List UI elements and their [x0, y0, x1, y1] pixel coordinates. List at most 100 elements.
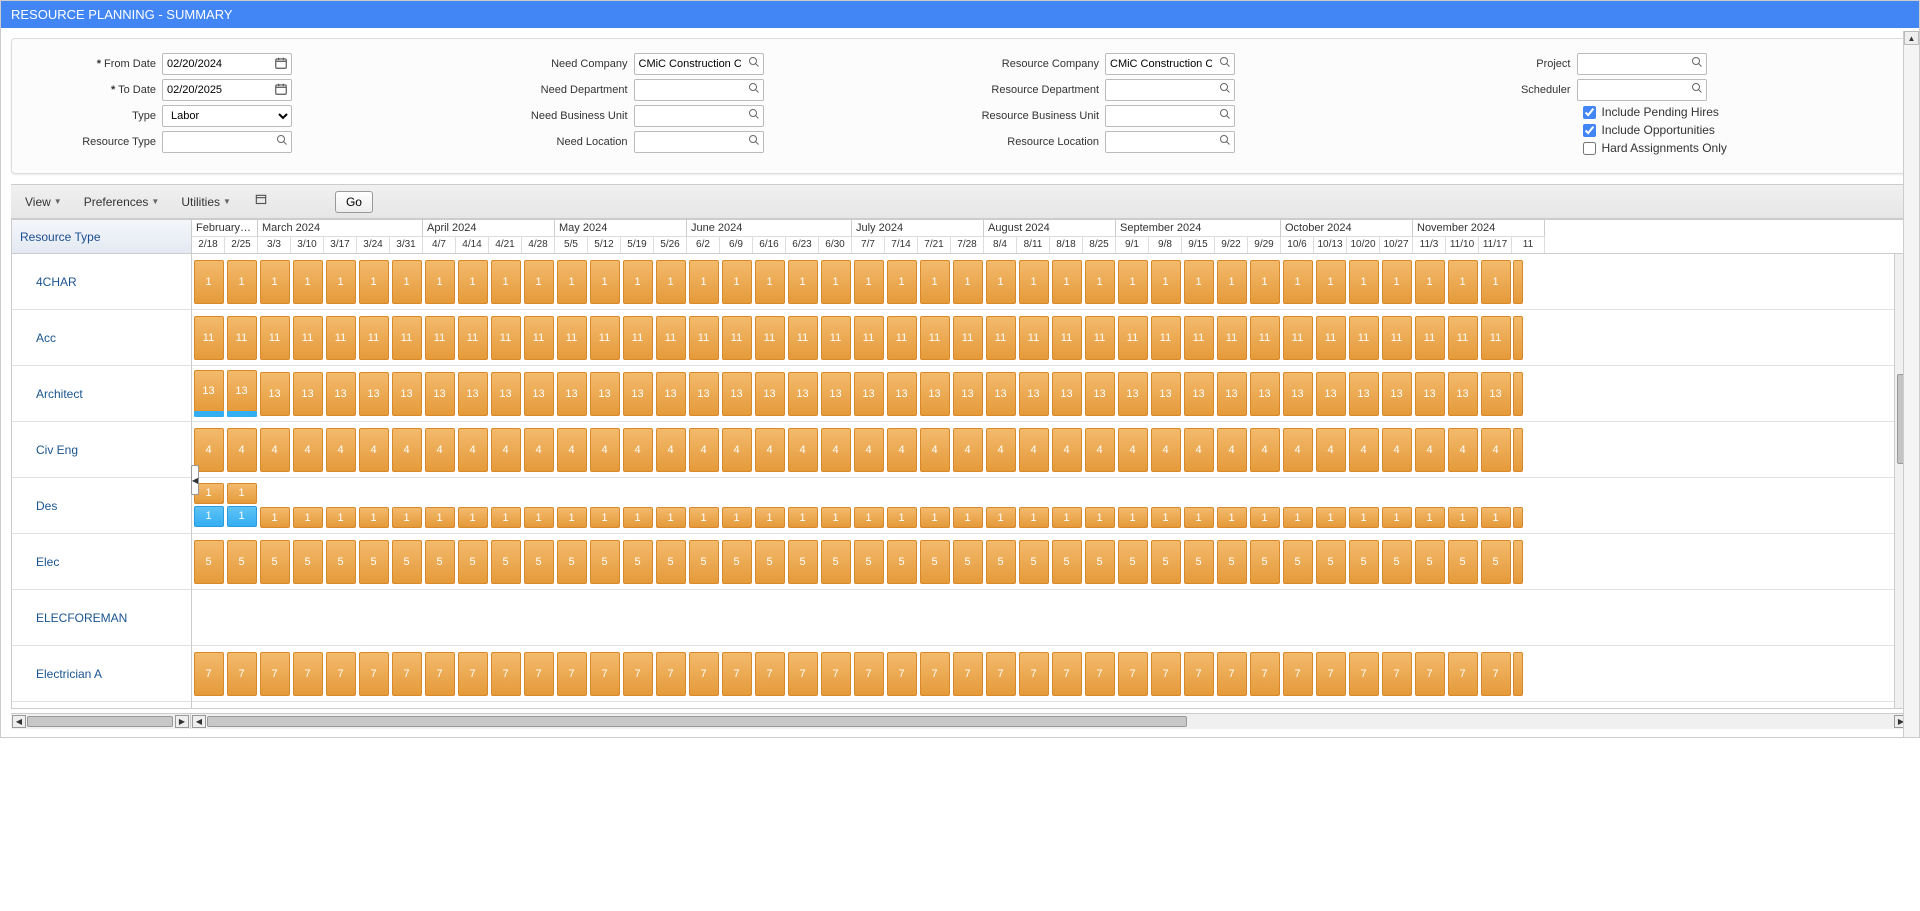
allocation-cell[interactable]: 11: [1415, 316, 1445, 360]
allocation-cell[interactable]: 13: [821, 372, 851, 416]
allocation-cell[interactable]: 1: [722, 260, 752, 304]
allocation-cell[interactable]: 11: [293, 316, 323, 360]
resource-business-unit-input[interactable]: [1105, 105, 1235, 127]
view-menu[interactable]: View▼: [19, 193, 68, 211]
allocation-cell[interactable]: 7: [986, 652, 1016, 696]
allocation-cell[interactable]: 1: [458, 260, 488, 304]
allocation-cell[interactable]: 7: [392, 652, 422, 696]
allocation-cell[interactable]: 7: [1481, 652, 1511, 696]
allocation-cell[interactable]: 5: [326, 540, 356, 584]
allocation-cell[interactable]: 1: [1151, 507, 1181, 528]
allocation-cell[interactable]: 11: [1250, 316, 1280, 360]
allocation-cell[interactable]: 11: [1019, 316, 1049, 360]
allocation-cell[interactable]: 5: [392, 540, 422, 584]
allocation-cell[interactable]: 1: [755, 507, 785, 528]
resource-type-row[interactable]: ELECFOREMAN: [12, 590, 191, 646]
allocation-cell[interactable]: 11: [1085, 316, 1115, 360]
horizontal-scrollbar[interactable]: ◀ ▶ ◀ ▶: [11, 713, 1909, 729]
allocation-cell[interactable]: 1: [689, 507, 719, 528]
allocation-cell[interactable]: 5: [1382, 540, 1412, 584]
search-icon[interactable]: [276, 134, 288, 149]
allocation-cell[interactable]: 1: [1283, 507, 1313, 528]
allocation-cell[interactable]: 4: [953, 428, 983, 472]
allocation-cell[interactable]: 4: [1349, 428, 1379, 472]
allocation-cell[interactable]: 1: [1448, 507, 1478, 528]
allocation-cell[interactable]: 5: [260, 540, 290, 584]
allocation-cell[interactable]: 5: [293, 540, 323, 584]
allocation-cell[interactable]: 1: [953, 507, 983, 528]
allocation-cell[interactable]: 13: [1415, 372, 1445, 416]
allocation-cell[interactable]: 1: [1250, 260, 1280, 304]
allocation-cell[interactable]: 7: [524, 652, 554, 696]
allocation-cell[interactable]: 11: [227, 316, 257, 360]
allocation-cell[interactable]: 5: [953, 540, 983, 584]
allocation-cell[interactable]: 1: [1382, 507, 1412, 528]
allocation-cell[interactable]: 1: [194, 506, 224, 527]
allocation-cell[interactable]: 13: [392, 372, 422, 416]
allocation-cell[interactable]: 1: [1217, 507, 1247, 528]
allocation-cell[interactable]: 4: [590, 428, 620, 472]
resource-type-header[interactable]: Resource Type: [12, 220, 191, 254]
allocation-cell[interactable]: 1: [359, 507, 389, 528]
allocation-cell[interactable]: 11: [986, 316, 1016, 360]
allocation-cell[interactable]: 11: [359, 316, 389, 360]
allocation-cell[interactable]: 5: [491, 540, 521, 584]
allocation-cell[interactable]: 7: [1118, 652, 1148, 696]
allocation-cell[interactable]: 5: [1085, 540, 1115, 584]
allocation-cell[interactable]: 4: [392, 428, 422, 472]
search-icon[interactable]: [1691, 56, 1703, 71]
allocation-cell[interactable]: 1: [260, 507, 290, 528]
allocation-cell[interactable]: 7: [458, 652, 488, 696]
allocation-cell[interactable]: 13: [326, 372, 356, 416]
allocation-cell[interactable]: 1: [1448, 260, 1478, 304]
allocation-cell[interactable]: 1: [326, 260, 356, 304]
resource-type-row[interactable]: Acc: [12, 310, 191, 366]
scroll-right-icon[interactable]: ▶: [175, 715, 189, 728]
allocation-cell[interactable]: 4: [1052, 428, 1082, 472]
allocation-cell[interactable]: 1: [524, 507, 554, 528]
allocation-cell[interactable]: 5: [755, 540, 785, 584]
allocation-cell[interactable]: 5: [1052, 540, 1082, 584]
resource-type-row[interactable]: 4CHAR: [12, 254, 191, 310]
allocation-cell[interactable]: 1: [1481, 260, 1511, 304]
allocation-cell[interactable]: 11: [1481, 316, 1511, 360]
allocation-cell[interactable]: 5: [1316, 540, 1346, 584]
allocation-cell[interactable]: 1: [788, 260, 818, 304]
allocation-cell[interactable]: 13: [656, 372, 686, 416]
allocation-cell[interactable]: 7: [491, 652, 521, 696]
allocation-cell[interactable]: 13: [920, 372, 950, 416]
allocation-cell[interactable]: 7: [1250, 652, 1280, 696]
allocation-cell[interactable]: 1: [425, 260, 455, 304]
allocation-cell[interactable]: 1: [1019, 260, 1049, 304]
allocation-cell[interactable]: 1: [1085, 507, 1115, 528]
allocation-cell[interactable]: 5: [1349, 540, 1379, 584]
calendar-icon[interactable]: [274, 56, 288, 73]
allocation-cell[interactable]: 1: [1217, 260, 1247, 304]
allocation-cell[interactable]: 5: [1481, 540, 1511, 584]
allocation-cell[interactable]: 5: [920, 540, 950, 584]
allocation-cell[interactable]: 13: [1118, 372, 1148, 416]
allocation-cell[interactable]: 1: [1481, 507, 1511, 528]
calendar-icon[interactable]: [274, 82, 288, 99]
allocation-cell[interactable]: 11: [1382, 316, 1412, 360]
need-department-input[interactable]: [634, 79, 764, 101]
allocation-cell[interactable]: 5: [854, 540, 884, 584]
allocation-cell[interactable]: 1: [821, 507, 851, 528]
allocation-cell[interactable]: 7: [359, 652, 389, 696]
allocation-cell[interactable]: 4: [1415, 428, 1445, 472]
collapse-handle[interactable]: ◀: [191, 465, 199, 495]
allocation-cell[interactable]: 4: [1184, 428, 1214, 472]
allocation-cell[interactable]: 4: [1217, 428, 1247, 472]
allocation-cell[interactable]: 13: [1250, 372, 1280, 416]
allocation-cell[interactable]: 1: [590, 260, 620, 304]
allocation-cell[interactable]: 13: [1316, 372, 1346, 416]
allocation-cell[interactable]: 11: [491, 316, 521, 360]
allocation-cell[interactable]: 1: [854, 507, 884, 528]
allocation-cell[interactable]: 4: [524, 428, 554, 472]
allocation-cell[interactable]: 1: [1415, 507, 1445, 528]
allocation-cell[interactable]: 1: [689, 260, 719, 304]
search-icon[interactable]: [1219, 56, 1231, 71]
allocation-cell[interactable]: 4: [1151, 428, 1181, 472]
need-company-input[interactable]: [634, 53, 764, 75]
allocation-cell[interactable]: 11: [755, 316, 785, 360]
